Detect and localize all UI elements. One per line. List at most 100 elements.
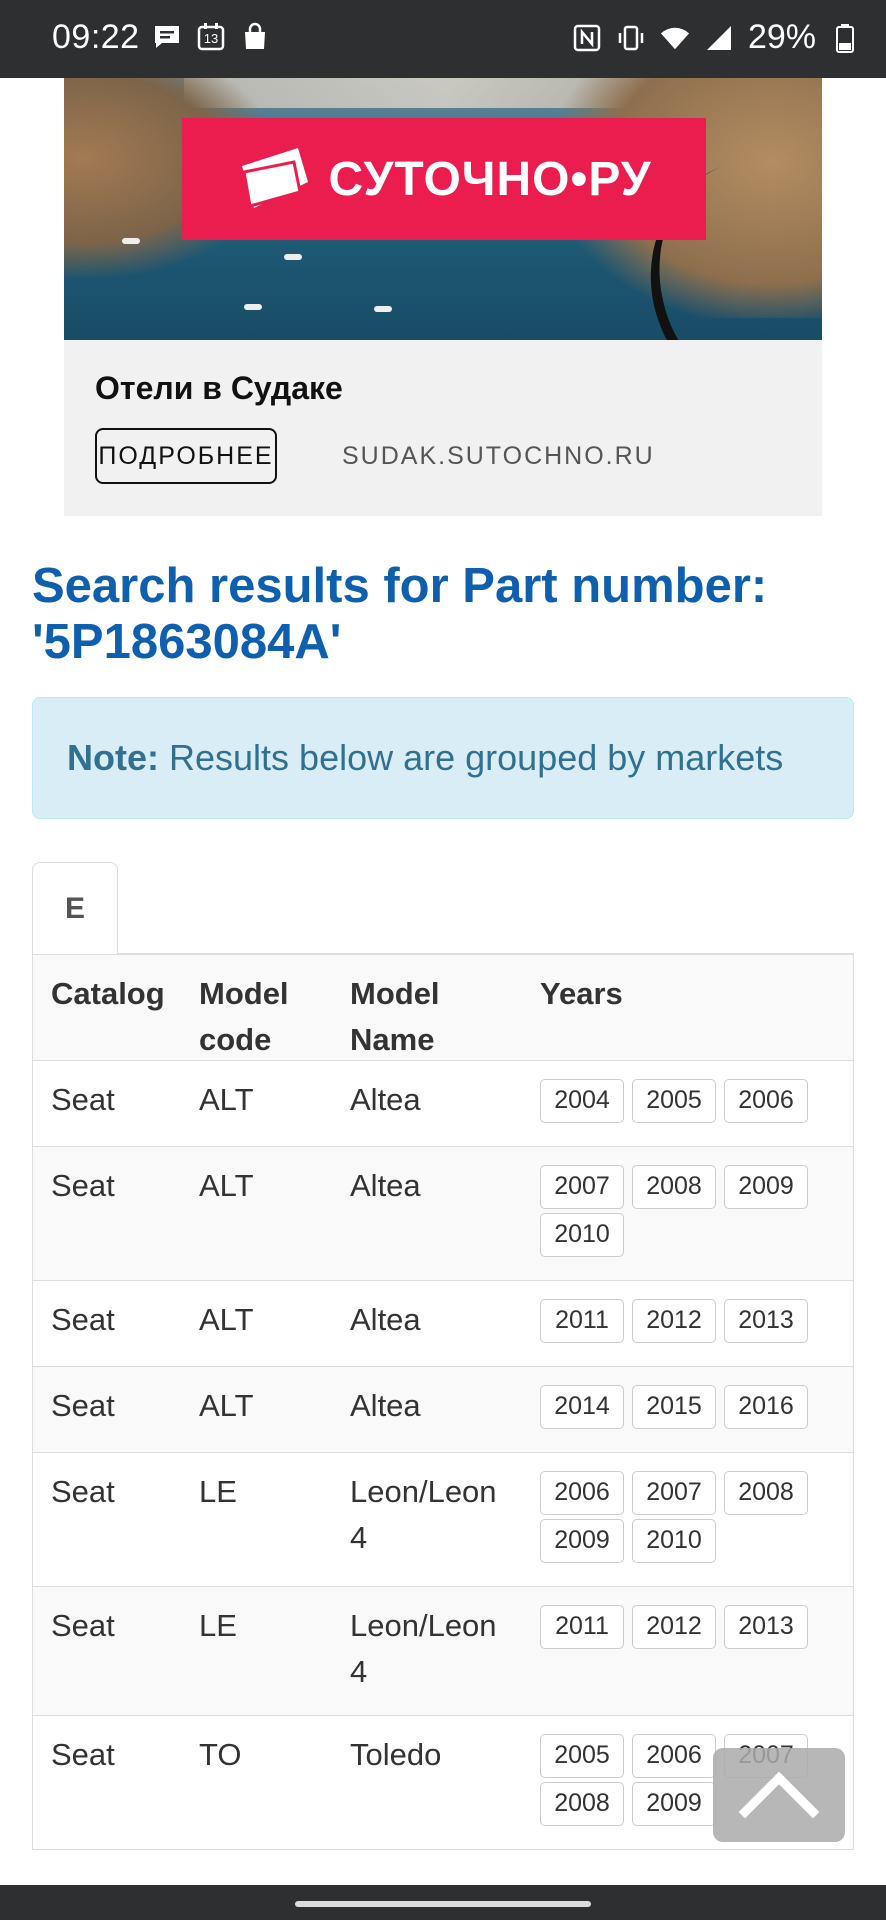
column-header-model-name: Model Name xyxy=(350,976,440,1057)
vibrate-icon xyxy=(616,23,646,53)
year-link[interactable]: 2006 xyxy=(540,1471,624,1515)
year-link[interactable]: 2008 xyxy=(540,1782,624,1826)
model-code-cell: ALT xyxy=(199,1302,254,1337)
model-code-cell: TO xyxy=(199,1737,242,1772)
year-link[interactable]: 2006 xyxy=(724,1079,808,1123)
model-name-cell: Altea xyxy=(350,1302,421,1337)
year-link[interactable]: 2005 xyxy=(540,1734,624,1778)
year-link[interactable]: 2007 xyxy=(632,1471,716,1515)
year-link[interactable]: 2010 xyxy=(540,1213,624,1257)
system-icons: 29% xyxy=(572,18,860,57)
years-cell: 2011 2012 2013 xyxy=(540,1299,830,1343)
nfc-icon xyxy=(572,23,602,53)
catalog-cell: Seat xyxy=(51,1608,115,1643)
model-code-cell: ALT xyxy=(199,1388,254,1423)
table-row: Seat ALT Altea 2011 2012 2013 xyxy=(33,1280,853,1366)
table-row: Seat ALT Altea 2007 2008 2009 2010 xyxy=(33,1146,853,1280)
model-name-cell: Toledo xyxy=(350,1737,442,1772)
shopping-bag-icon xyxy=(240,22,270,52)
catalog-cell: Seat xyxy=(51,1082,115,1117)
results-table: Catalog Model code Model Name Years Seat… xyxy=(32,954,854,1850)
boat xyxy=(284,254,302,260)
ad-details-button[interactable]: ПОДРОБНЕЕ xyxy=(95,428,277,484)
table-header-row: Catalog Model code Model Name Years xyxy=(33,954,853,1060)
calendar-day: 13 xyxy=(203,31,219,46)
model-code-cell: LE xyxy=(199,1474,237,1509)
year-link[interactable]: 2006 xyxy=(632,1734,716,1778)
year-link[interactable]: 2012 xyxy=(632,1605,716,1649)
column-header-catalog: Catalog xyxy=(51,976,165,1011)
wifi-icon xyxy=(660,23,690,53)
year-link[interactable]: 2012 xyxy=(632,1299,716,1343)
status-bar: 09:22 13 29% xyxy=(0,0,886,78)
year-link[interactable]: 2011 xyxy=(540,1299,624,1343)
message-icon xyxy=(152,22,182,52)
year-link[interactable]: 2009 xyxy=(632,1782,716,1826)
year-link[interactable]: 2009 xyxy=(724,1165,808,1209)
year-link[interactable]: 2014 xyxy=(540,1385,624,1429)
model-name-cell: Leon/Leon 4 xyxy=(350,1608,497,1689)
boat xyxy=(244,304,262,310)
model-name-cell: Altea xyxy=(350,1388,421,1423)
year-link[interactable]: 2013 xyxy=(724,1299,808,1343)
boat xyxy=(374,306,392,312)
year-link[interactable]: 2015 xyxy=(632,1385,716,1429)
catalog-cell: Seat xyxy=(51,1737,115,1772)
system-navigation-bar xyxy=(0,1885,886,1920)
year-link[interactable]: 2011 xyxy=(540,1605,624,1649)
ad-domain[interactable]: SUDAK.SUTOCHNO.RU xyxy=(342,442,655,471)
ad-logo-text: СУТОЧНО•РУ xyxy=(328,152,652,206)
year-link[interactable]: 2016 xyxy=(724,1385,808,1429)
pillow-icon xyxy=(236,142,314,216)
calendar-icon: 13 xyxy=(196,22,226,52)
catalog-cell: Seat xyxy=(51,1474,115,1509)
page-title: Search results for Part number: '5P18630… xyxy=(32,559,768,669)
model-name-cell: Altea xyxy=(350,1082,421,1117)
column-header-years: Years xyxy=(540,976,623,1011)
years-cell: 2004 2005 2006 xyxy=(540,1079,830,1123)
ad-logo: СУТОЧНО•РУ xyxy=(182,118,706,240)
ad-banner-image[interactable]: СУТОЧНО•РУ xyxy=(64,78,822,340)
tab-market-e[interactable]: E xyxy=(32,862,118,954)
home-gesture-handle[interactable] xyxy=(295,1901,591,1907)
catalog-cell: Seat xyxy=(51,1388,115,1423)
advertisement[interactable]: СУТОЧНО•РУ Отели в Судаке ПОДРОБНЕЕ SUDA… xyxy=(64,78,822,516)
catalog-cell: Seat xyxy=(51,1302,115,1337)
table-row: Seat ALT Altea 2004 2005 2006 xyxy=(33,1060,853,1146)
ad-body: Отели в Судаке ПОДРОБНЕЕ SUDAK.SUTOCHNO.… xyxy=(64,340,822,516)
year-link[interactable]: 2005 xyxy=(632,1079,716,1123)
years-cell: 2011 2012 2013 xyxy=(540,1605,830,1649)
year-link[interactable]: 2009 xyxy=(540,1519,624,1563)
model-code-cell: ALT xyxy=(199,1168,254,1203)
years-cell: 2007 2008 2009 2010 xyxy=(540,1165,830,1257)
years-cell: 2014 2015 2016 xyxy=(540,1385,830,1429)
note-label: Note: xyxy=(67,737,159,778)
model-name-cell: Altea xyxy=(350,1168,421,1203)
year-link[interactable]: 2013 xyxy=(724,1605,808,1649)
battery-percent: 29% xyxy=(747,18,816,56)
years-cell: 2006 2007 2008 2009 2010 xyxy=(540,1471,830,1563)
year-link[interactable]: 2008 xyxy=(724,1471,808,1515)
table-row: Seat LE Leon/Leon 4 2011 2012 2013 xyxy=(33,1586,853,1715)
chevron-up-icon xyxy=(737,1768,821,1823)
boat xyxy=(122,238,140,244)
scroll-to-top-button[interactable] xyxy=(713,1748,845,1842)
model-code-cell: ALT xyxy=(199,1082,254,1117)
status-time: 09:22 xyxy=(52,18,140,56)
year-link[interactable]: 2010 xyxy=(632,1519,716,1563)
notification-icons: 13 xyxy=(152,22,270,52)
model-code-cell: LE xyxy=(199,1608,237,1643)
model-name-cell: Leon/Leon 4 xyxy=(350,1474,497,1555)
year-link[interactable]: 2004 xyxy=(540,1079,624,1123)
note-text: Results below are grouped by markets xyxy=(169,737,784,778)
ad-title[interactable]: Отели в Судаке xyxy=(95,370,343,407)
year-link[interactable]: 2008 xyxy=(632,1165,716,1209)
year-link[interactable]: 2007 xyxy=(540,1165,624,1209)
battery-icon xyxy=(830,23,860,53)
table-row: Seat ALT Altea 2014 2015 2016 xyxy=(33,1366,853,1452)
catalog-cell: Seat xyxy=(51,1168,115,1203)
table-body: Seat ALT Altea 2004 2005 2006 Seat ALT Altea 2007… xyxy=(33,1060,853,1849)
signal-icon xyxy=(704,23,734,53)
column-header-model-code: Model code xyxy=(199,976,289,1057)
info-note: Note: Results below are grouped by marke… xyxy=(32,697,854,819)
